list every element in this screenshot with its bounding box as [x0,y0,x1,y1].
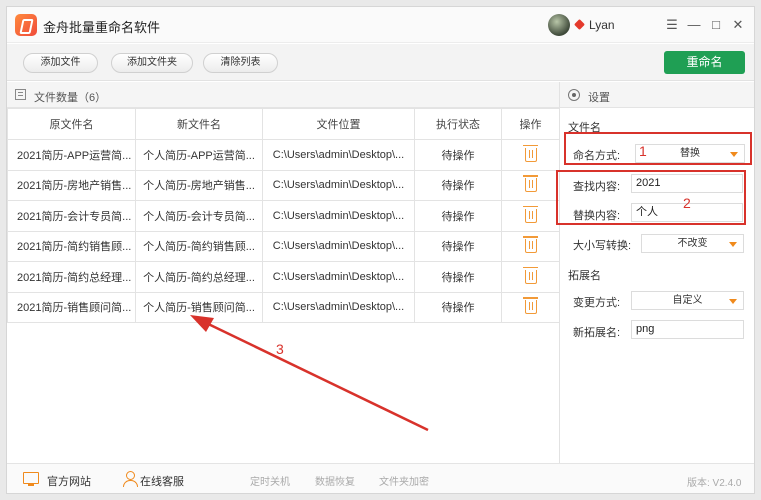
footer: 官方网站 在线客服 定时关机 数据恢复 文件夹加密 版本: V2.4.0 [7,463,754,493]
customer-service-icon [123,471,138,487]
column-header-new[interactable]: 新文件名 [135,108,263,140]
app-window: 金舟批量重命名软件 Lyan ☰ — □ ✕ 添加文件 添加文件夹 清除列表 重… [6,6,755,494]
trash-icon[interactable] [522,175,538,193]
settings-header: 设置 [560,82,754,108]
settings-radio-icon [568,89,580,101]
column-header-original[interactable]: 原文件名 [7,108,136,140]
file-list-header: 文件数量（6） [7,82,559,108]
action-cell [501,230,560,262]
status: 待操作 [414,139,502,171]
annotation-box-2 [556,170,746,225]
add-file-button[interactable]: 添加文件 [23,53,98,73]
close-icon[interactable]: ✕ [731,18,745,32]
action-cell [501,291,560,323]
version-label: 版本: V2.4.0 [687,478,742,489]
annotation-number-1: 1 [639,143,647,159]
table-row[interactable]: 2021简历-销售顾问简... 个人简历-销售顾问简... C:\Users\a… [7,291,560,323]
rename-button[interactable]: 重命名 [664,51,745,74]
column-header-status[interactable]: 执行状态 [414,108,502,140]
trash-icon[interactable] [522,205,538,223]
file-table: 原文件名 新文件名 文件位置 执行状态 操作 2021简历-APP运营简... … [7,108,560,323]
original-name: 2021简历-会计专员简... [7,200,136,232]
original-name: 2021简历-房地产销售... [7,169,136,201]
file-location: C:\Users\admin\Desktop\... [262,261,415,293]
trash-icon[interactable] [522,266,538,284]
settings-title: 设置 [588,92,610,104]
action-cell [501,139,560,171]
table-row[interactable]: 2021简历-会计专员简... 个人简历-会计专员简... C:\Users\a… [7,200,560,232]
new-name: 个人简历-会计专员简... [135,200,263,232]
new-name: 个人简历-房地产销售... [135,169,263,201]
monitor-icon [23,472,39,486]
original-name: 2021简历-销售顾问简... [7,291,136,323]
change-method-label: 变更方式: [573,297,621,309]
change-method-value: 自定义 [672,295,703,306]
scheduled-shutdown-link[interactable]: 定时关机 [250,473,290,488]
file-location: C:\Users\admin\Desktop\... [262,291,415,323]
column-header-action[interactable]: 操作 [501,108,560,140]
new-extension-input[interactable]: png [631,320,744,339]
case-convert-label: 大小写转换: [573,240,632,252]
maximize-icon[interactable]: □ [709,18,723,32]
minimize-icon[interactable]: — [687,18,701,32]
status: 待操作 [414,169,502,201]
file-location: C:\Users\admin\Desktop\... [262,139,415,171]
status: 待操作 [414,200,502,232]
folder-encrypt-link[interactable]: 文件夹加密 [379,473,429,488]
new-name: 个人简历-简约销售顾... [135,230,263,262]
new-name: 个人简历-简约总经理... [135,261,263,293]
change-method-select[interactable]: 自定义 [631,291,744,310]
action-cell [501,169,560,201]
clear-list-button[interactable]: 清除列表 [203,53,278,73]
original-name: 2021简历-APP运营简... [7,139,136,171]
table-row[interactable]: 2021简历-APP运营简... 个人简历-APP运营简... C:\Users… [7,139,560,171]
status: 待操作 [414,230,502,262]
toolbar: 添加文件 添加文件夹 清除列表 重命名 [7,44,754,81]
case-convert-select[interactable]: 不改变 [641,234,744,253]
trash-icon[interactable] [522,144,538,162]
new-extension-label: 新拓展名: [573,327,621,339]
official-website-link[interactable]: 官方网站 [47,473,91,489]
file-location: C:\Users\admin\Desktop\... [262,169,415,201]
app-logo-icon [15,14,37,36]
annotation-number-3: 3 [276,341,284,357]
vip-badge-icon [574,19,585,30]
avatar[interactable] [548,14,570,36]
status: 待操作 [414,291,502,323]
title-bar: 金舟批量重命名软件 Lyan ☰ — □ ✕ [7,7,754,43]
file-location: C:\Users\admin\Desktop\... [262,200,415,232]
case-convert-value: 不改变 [677,238,708,249]
table-row[interactable]: 2021简历-房地产销售... 个人简历-房地产销售... C:\Users\a… [7,169,560,201]
trash-icon[interactable] [522,297,538,315]
table-row[interactable]: 2021简历-简约销售顾... 个人简历-简约销售顾... C:\Users\a… [7,230,560,262]
data-recovery-link[interactable]: 数据恢复 [315,473,355,488]
column-header-location[interactable]: 文件位置 [262,108,415,140]
original-name: 2021简历-简约总经理... [7,261,136,293]
online-support-link[interactable]: 在线客服 [140,473,184,489]
menu-icon[interactable]: ☰ [665,18,679,32]
list-icon [15,89,26,100]
new-name: 个人简历-APP运营简... [135,139,263,171]
extension-section-label: 拓展名 [568,270,601,282]
chevron-down-icon [729,299,737,304]
file-location: C:\Users\admin\Desktop\... [262,230,415,262]
original-name: 2021简历-简约销售顾... [7,230,136,262]
action-cell [501,200,560,232]
file-count: 文件数量（6） [34,92,107,104]
chevron-down-icon [729,242,737,247]
annotation-box-1 [564,132,752,165]
username[interactable]: Lyan [589,18,615,32]
add-folder-button[interactable]: 添加文件夹 [111,53,193,73]
action-cell [501,261,560,293]
new-name: 个人简历-销售顾问简... [135,291,263,323]
annotation-number-2: 2 [683,195,691,211]
status: 待操作 [414,261,502,293]
table-row[interactable]: 2021简历-简约总经理... 个人简历-简约总经理... C:\Users\a… [7,261,560,293]
table-header-row: 原文件名 新文件名 文件位置 执行状态 操作 [7,108,560,140]
app-title: 金舟批量重命名软件 [43,20,161,35]
panel-divider [559,82,560,463]
trash-icon[interactable] [522,236,538,254]
